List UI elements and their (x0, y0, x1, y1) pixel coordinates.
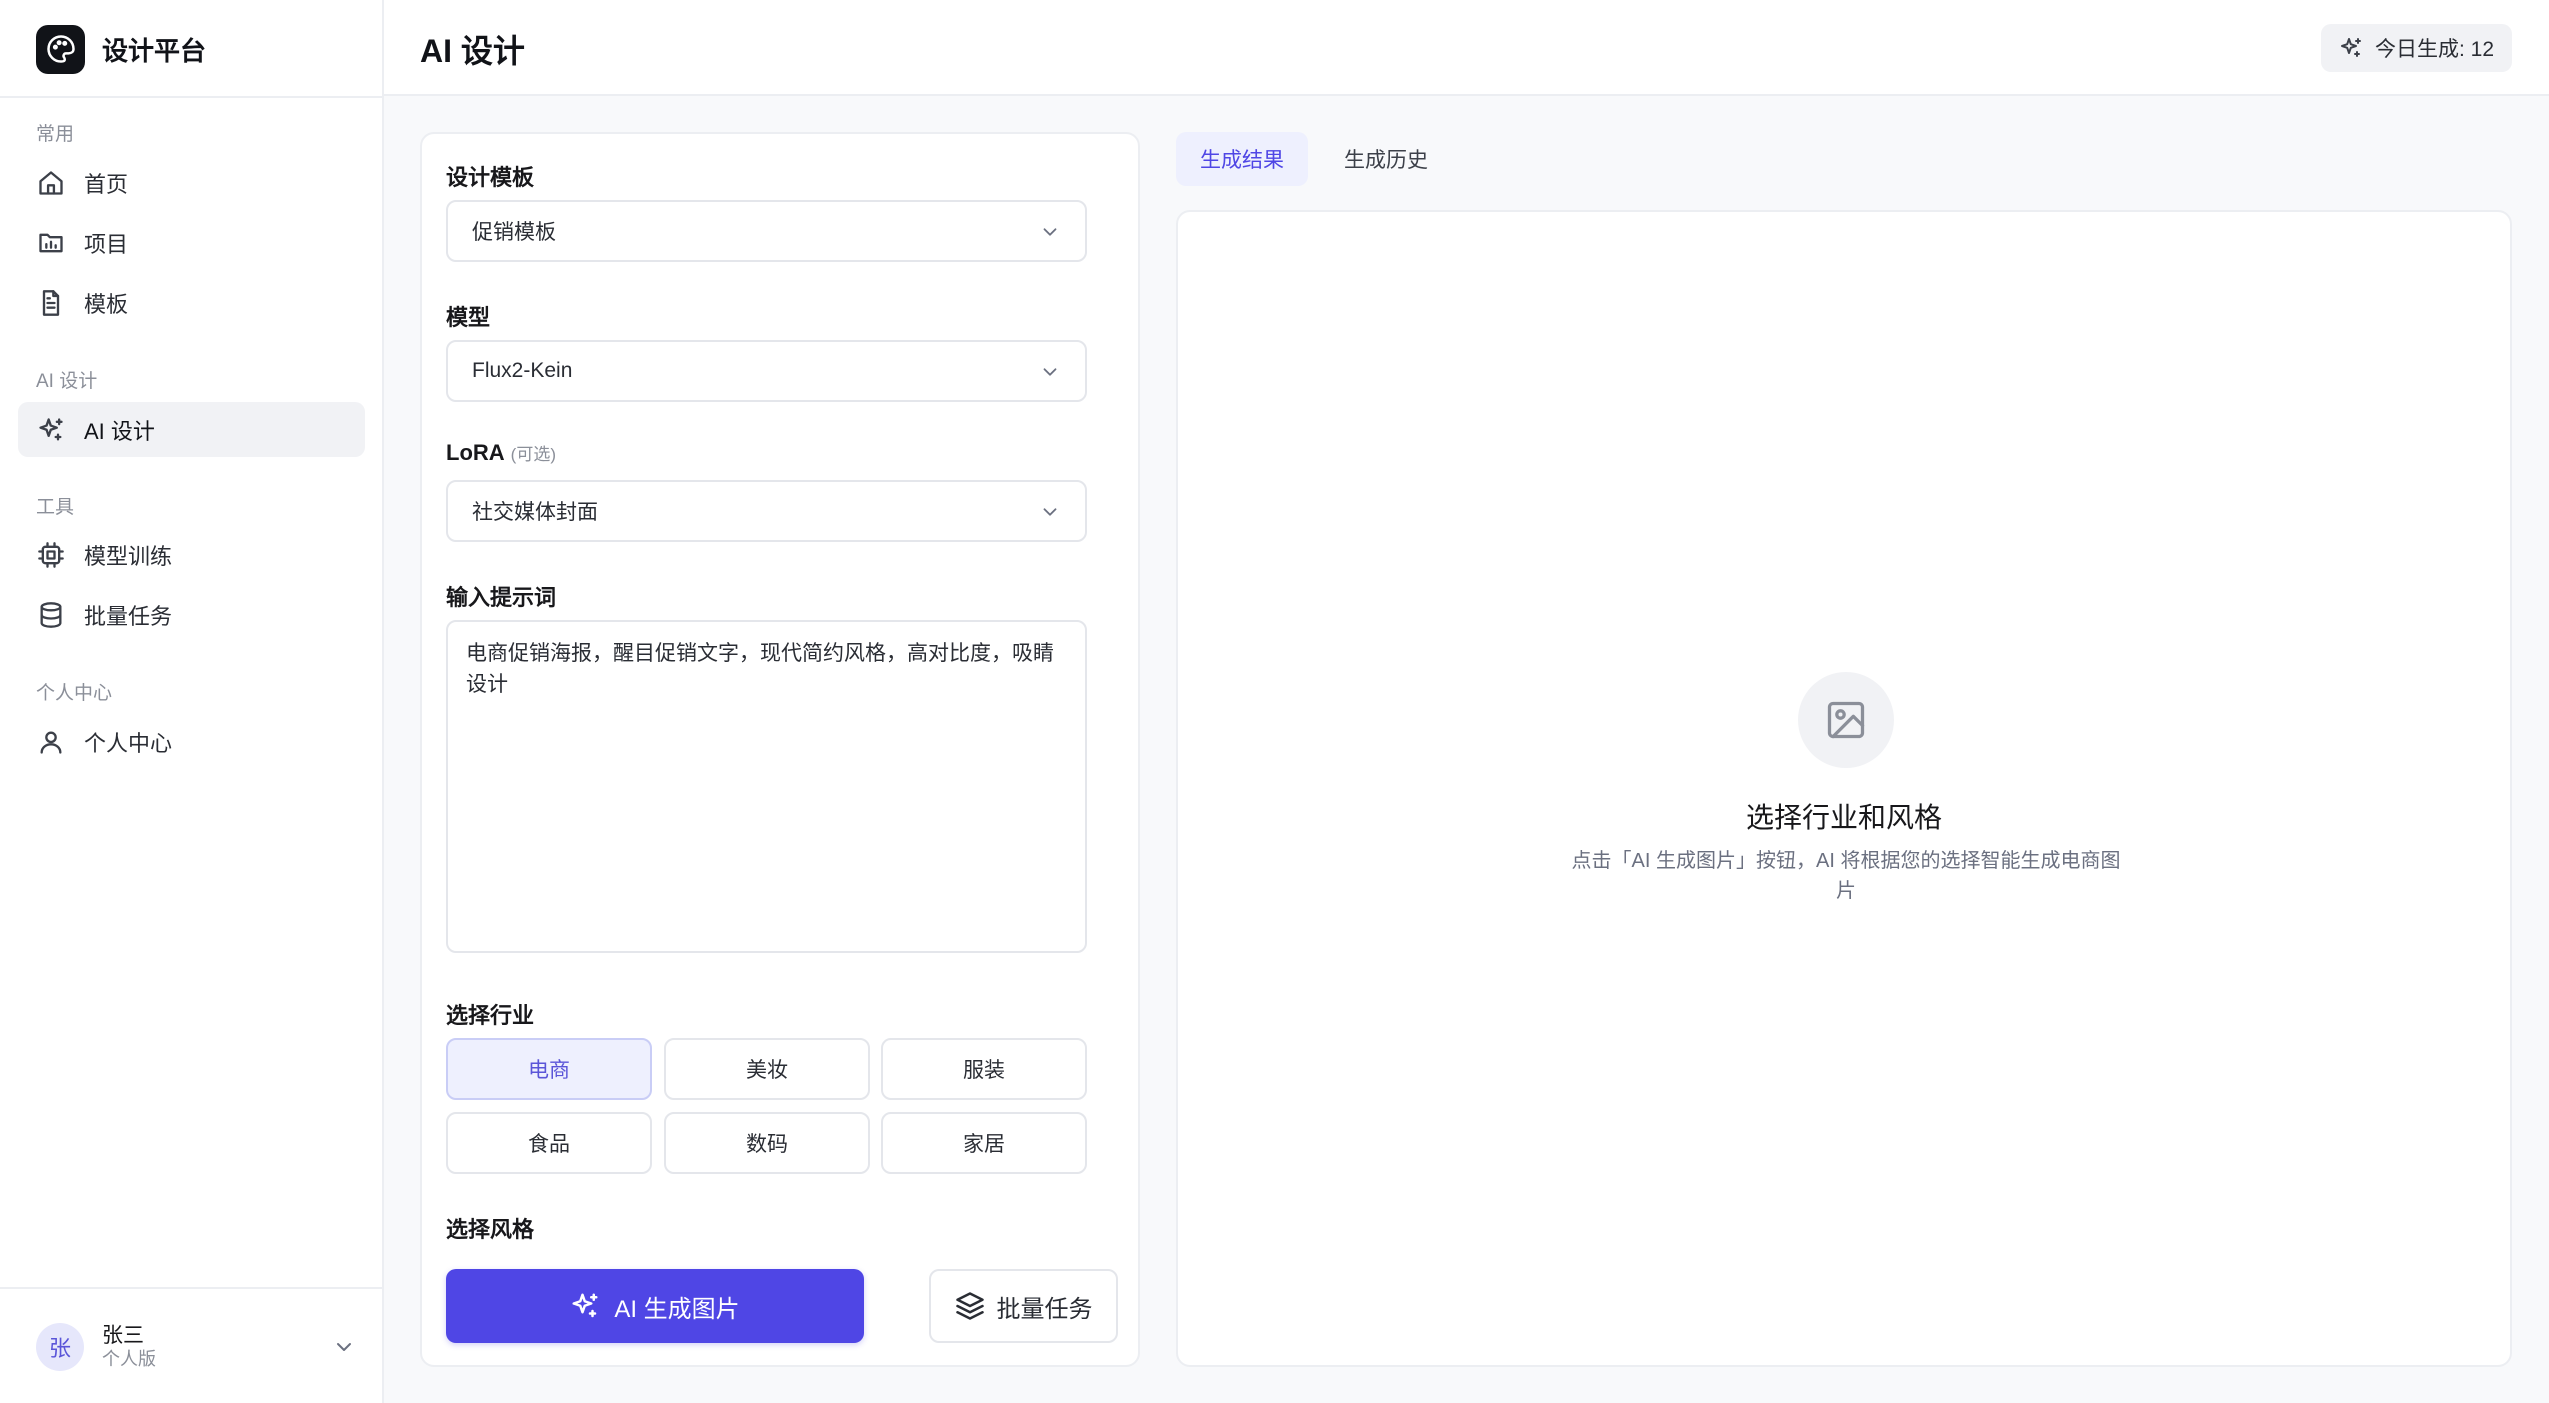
industry-chip-ecommerce[interactable]: 电商 (446, 1038, 652, 1100)
batch-task-label: 批量任务 (996, 1295, 1093, 1323)
sparkles-icon (36, 415, 66, 445)
nav-section-title: AI 设计 (36, 371, 98, 392)
sidebar-item-label: 批量任务 (84, 603, 173, 629)
optional-hint: (可选) (510, 445, 556, 464)
tab-history[interactable]: 生成历史 (1320, 132, 1452, 186)
sidebar: 设计平台 常用 首页 项目 模板 AI 设计 AI 设计 工具 模型训练 批量任… (0, 0, 384, 1403)
sidebar-item-label: 模型训练 (84, 543, 173, 569)
lora-select-value: 社交媒体封面 (472, 501, 598, 524)
prompt-textarea[interactable]: 电商促销海报，醒目促销文字，现代简约风格，高对比度，吸睛设计 (446, 620, 1087, 953)
app-root: 设计平台 常用 首页 项目 模板 AI 设计 AI 设计 工具 模型训练 批量任… (0, 0, 2549, 1403)
sidebar-item-profile[interactable]: 个人中心 (18, 714, 365, 769)
user-info: 张三 个人版 (102, 1324, 156, 1370)
sidebar-item-label: 项目 (84, 231, 129, 257)
lora-select[interactable]: 社交媒体封面 (446, 480, 1087, 542)
user-plan: 个人版 (102, 1349, 156, 1369)
lora-label-text: LoRA (446, 440, 505, 465)
image-icon (1798, 672, 1894, 768)
brand[interactable]: 设计平台 (36, 24, 206, 74)
tab-results[interactable]: 生成结果 (1176, 132, 1308, 186)
layers-icon (955, 1291, 985, 1321)
industry-chip-food[interactable]: 食品 (446, 1112, 652, 1174)
empty-state-title: 选择行业和风格 (1745, 802, 1942, 833)
brand-name: 设计平台 (102, 35, 207, 66)
user-menu[interactable]: 张 张三 个人版 (36, 1319, 356, 1375)
industry-chip-home[interactable]: 家居 (881, 1112, 1087, 1174)
database-icon (36, 600, 66, 630)
avatar: 张 (36, 1323, 84, 1371)
home-icon (36, 168, 66, 198)
top-header: AI 设计 今日生成: 12 (384, 0, 2549, 96)
sidebar-item-projects[interactable]: 项目 (18, 215, 365, 270)
ai-generate-label: AI 生成图片 (614, 1295, 740, 1323)
page-title: AI 设计 (420, 33, 525, 69)
nav-section-title: 个人中心 (36, 683, 113, 704)
model-select[interactable]: Flux2-Kein (446, 340, 1087, 402)
sparkles-icon (2339, 36, 2363, 60)
industry-chip-beauty[interactable]: 美妆 (664, 1038, 870, 1100)
sparkles-icon (570, 1291, 600, 1321)
divider (0, 96, 382, 98)
prompt-label: 输入提示词 (446, 585, 557, 610)
chevron-down-icon (1039, 501, 1061, 528)
lora-label: LoRA (可选) (446, 440, 556, 466)
nav-section-title: 常用 (36, 124, 75, 145)
batch-task-button[interactable]: 批量任务 (929, 1269, 1118, 1343)
chevron-down-icon (1039, 361, 1061, 388)
design-form-panel: 设计模板 促销模板 模型 Flux2-Kein LoRA (可选) 社交媒体封面 … (420, 132, 1140, 1367)
sidebar-item-templates[interactable]: 模板 (18, 275, 365, 330)
sidebar-item-label: 个人中心 (84, 730, 173, 756)
user-icon (36, 727, 66, 757)
chevron-down-icon (332, 1335, 356, 1364)
today-count-badge: 今日生成: 12 (2320, 24, 2512, 72)
sidebar-item-batch-tasks[interactable]: 批量任务 (18, 587, 365, 642)
template-select[interactable]: 促销模板 (446, 200, 1087, 262)
sidebar-item-home[interactable]: 首页 (18, 155, 365, 210)
divider (0, 1287, 382, 1289)
style-label: 选择风格 (446, 1217, 535, 1242)
empty-state-description: 点击「AI 生成图片」按钮，AI 将根据您的选择智能生成电商图片 (1571, 850, 2121, 902)
model-select-value: Flux2-Kein (472, 359, 573, 382)
industry-chip-apparel[interactable]: 服装 (881, 1038, 1087, 1100)
sidebar-item-label: AI 设计 (84, 418, 155, 444)
user-name: 张三 (102, 1324, 144, 1347)
template-select-value: 促销模板 (472, 221, 556, 244)
industry-chip-digital[interactable]: 数码 (664, 1112, 870, 1174)
today-count-text: 今日生成: 12 (2374, 38, 2494, 61)
file-text-icon (36, 288, 66, 318)
industry-label: 选择行业 (446, 1003, 535, 1028)
cpu-icon (36, 540, 66, 570)
palette-icon (36, 24, 85, 74)
chevron-down-icon (1039, 221, 1061, 248)
sidebar-item-ai-design[interactable]: AI 设计 (18, 402, 365, 457)
model-label: 模型 (446, 305, 491, 330)
sidebar-item-label: 模板 (84, 291, 129, 317)
ai-generate-button[interactable]: AI 生成图片 (446, 1269, 864, 1343)
folder-chart-icon (36, 228, 66, 258)
sidebar-item-model-training[interactable]: 模型训练 (18, 527, 365, 582)
result-panel: 选择行业和风格 点击「AI 生成图片」按钮，AI 将根据您的选择智能生成电商图片 (1176, 210, 2512, 1367)
nav-section-title: 工具 (36, 497, 75, 518)
sidebar-item-label: 首页 (84, 171, 129, 197)
template-label: 设计模板 (446, 165, 535, 190)
